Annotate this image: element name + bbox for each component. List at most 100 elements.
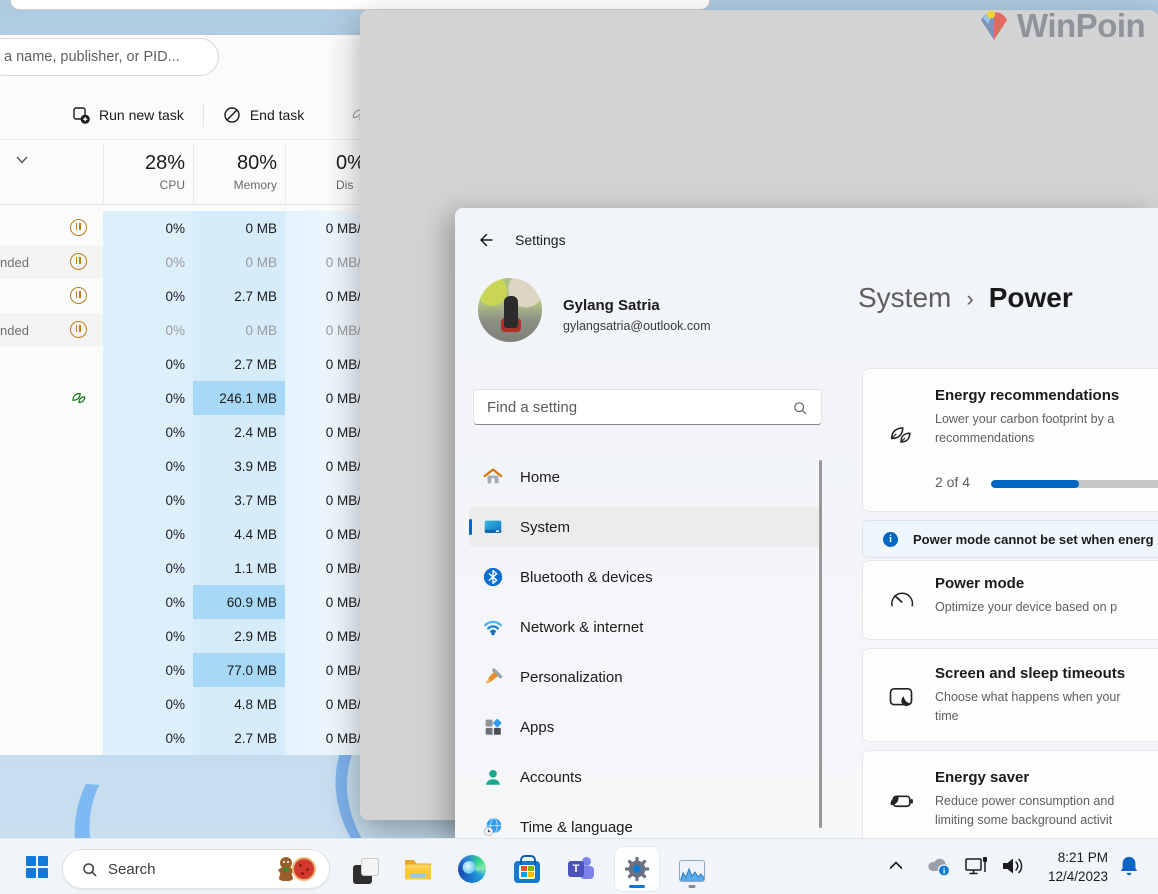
disk-cell: 0 MB/: [285, 585, 362, 619]
disk-column-header[interactable]: 0% Dis: [285, 143, 362, 205]
notifications-button[interactable]: [1116, 853, 1142, 879]
cpu-cell: 0%: [103, 415, 193, 449]
desktop: a name, publisher, or PID... Run new tas…: [0, 0, 1158, 894]
table-row[interactable]: 0%4.8 MB0 MB/: [0, 687, 362, 721]
sidebar-item-apps[interactable]: Apps: [469, 707, 821, 747]
search-icon: [792, 400, 808, 416]
process-status-cell: [0, 347, 103, 381]
sidebar-item-time-language[interactable]: Time & language: [469, 807, 821, 838]
memory-column-header[interactable]: 80% Memory: [193, 143, 285, 205]
sidebar-item-system[interactable]: System: [469, 507, 821, 547]
table-row[interactable]: 0%2.9 MB0 MB/: [0, 619, 362, 653]
file-explorer-button[interactable]: [396, 847, 440, 891]
task-manager-window: a name, publisher, or PID... Run new tas…: [0, 35, 362, 755]
taskbar: Search: [0, 838, 1158, 894]
disk-cell: 0 MB/: [285, 347, 362, 381]
sidebar-item-bluetooth-devices[interactable]: Bluetooth & devices: [469, 557, 821, 597]
sidebar-item-personalization[interactable]: Personalization: [469, 657, 821, 697]
table-row[interactable]: 0%2.7 MB0 MB/: [0, 279, 362, 313]
screen-sleep-card[interactable]: Screen and sleep timeouts Choose what ha…: [862, 648, 1158, 742]
process-status-cell: [0, 279, 103, 313]
breadcrumb-system[interactable]: System: [858, 282, 951, 314]
tray-overflow-button[interactable]: [884, 853, 908, 877]
table-row[interactable]: 0%0 MB0 MB/: [0, 211, 362, 245]
suspended-icon: [70, 219, 88, 237]
globe-clock-icon: [482, 816, 504, 838]
onedrive-tray-button[interactable]: i: [924, 853, 954, 879]
teams-button[interactable]: T: [560, 847, 604, 891]
cpu-cell: 0%: [103, 653, 193, 687]
process-status-cell: [0, 585, 103, 619]
window-title: Settings: [515, 232, 566, 248]
table-row[interactable]: 0%2.7 MB0 MB/: [0, 721, 362, 755]
sidebar-item-network-internet[interactable]: Network & internet: [469, 607, 821, 647]
energy-saver-card[interactable]: Energy saver Reduce power consumption an…: [862, 750, 1158, 838]
settings-button[interactable]: [615, 847, 659, 891]
disk-cell: 0 MB/: [285, 721, 362, 755]
task-manager-toolbar: Run new task End task: [0, 90, 362, 140]
task-manager-search-input[interactable]: a name, publisher, or PID...: [0, 38, 219, 76]
table-row[interactable]: 0%2.7 MB0 MB/: [0, 347, 362, 381]
cpu-cell: 0%: [103, 211, 193, 245]
user-avatar[interactable]: [478, 278, 542, 342]
microsoft-store-button[interactable]: [505, 847, 549, 891]
memory-cell: 2.7 MB: [193, 347, 285, 381]
disk-cell: 0 MB/: [285, 381, 362, 415]
person-icon: [482, 766, 504, 788]
taskbar-search[interactable]: Search: [62, 849, 330, 889]
memory-cell: 2.7 MB: [193, 279, 285, 313]
start-button[interactable]: [26, 856, 48, 878]
task-manager-button[interactable]: [670, 847, 714, 891]
volume-tray-button[interactable]: [998, 853, 1028, 879]
chevron-down-icon[interactable]: [15, 155, 29, 165]
user-email: gylangsatria@outlook.com: [563, 319, 711, 333]
process-status-cell: [0, 517, 103, 551]
cpu-cell: 0%: [103, 279, 193, 313]
memory-cell: 0 MB: [193, 211, 285, 245]
table-row[interactable]: 0%1.1 MB0 MB/: [0, 551, 362, 585]
memory-cell: 2.4 MB: [193, 415, 285, 449]
user-name: Gylang Satria: [563, 297, 660, 314]
table-row[interactable]: nded0%0 MB0 MB/: [0, 313, 362, 347]
disk-cell: 0 MB/: [285, 449, 362, 483]
network-tray-button[interactable]: [963, 853, 991, 879]
process-status-cell: [0, 687, 103, 721]
memory-cell: 246.1 MB: [193, 381, 285, 415]
end-task-icon: [223, 106, 241, 124]
table-row[interactable]: 0%2.4 MB0 MB/: [0, 415, 362, 449]
energy-recommendations-card[interactable]: Energy recommendations Lower your carbon…: [862, 368, 1158, 512]
cpu-column-header[interactable]: 28% CPU: [103, 143, 193, 205]
disk-cell: 0 MB/: [285, 245, 362, 279]
sidebar-item-accounts[interactable]: Accounts: [469, 757, 821, 797]
leaf-icon: [887, 421, 915, 449]
task-manager-column-headers: 28% CPU 80% Memory 0% Dis: [0, 143, 362, 205]
running-app-indicator: [689, 885, 696, 888]
table-row[interactable]: 0%60.9 MB0 MB/: [0, 585, 362, 619]
background-window-strip: [10, 0, 710, 10]
table-row[interactable]: nded0%0 MB0 MB/: [0, 245, 362, 279]
back-button[interactable]: [476, 231, 494, 249]
disk-cell: 0 MB/: [285, 687, 362, 721]
memory-cell: 3.9 MB: [193, 449, 285, 483]
power-mode-card[interactable]: Power mode Optimize your device based on…: [862, 560, 1158, 640]
task-view-button[interactable]: [340, 847, 384, 891]
end-task-button[interactable]: End task: [223, 106, 304, 124]
table-row[interactable]: 0%3.7 MB0 MB/: [0, 483, 362, 517]
memory-cell: 77.0 MB: [193, 653, 285, 687]
process-status-cell: nded: [0, 245, 103, 279]
edge-button[interactable]: [450, 847, 494, 891]
memory-cell: 3.7 MB: [193, 483, 285, 517]
table-row[interactable]: 0%3.9 MB0 MB/: [0, 449, 362, 483]
taskbar-clock[interactable]: 8:21 PM 12/4/2023: [1028, 848, 1108, 886]
table-row[interactable]: 0%246.1 MB0 MB/: [0, 381, 362, 415]
sidebar-scrollbar[interactable]: [819, 460, 822, 828]
memory-cell: 0 MB: [193, 245, 285, 279]
search-holiday-decoration: [276, 856, 316, 882]
table-row[interactable]: 0%77.0 MB0 MB/: [0, 653, 362, 687]
process-status-cell: [0, 483, 103, 517]
run-new-task-button[interactable]: Run new task: [72, 106, 184, 124]
wifi-icon: [482, 616, 504, 638]
table-row[interactable]: 0%4.4 MB0 MB/: [0, 517, 362, 551]
find-a-setting-input[interactable]: Find a setting: [473, 389, 822, 425]
sidebar-item-home[interactable]: Home: [469, 457, 821, 497]
